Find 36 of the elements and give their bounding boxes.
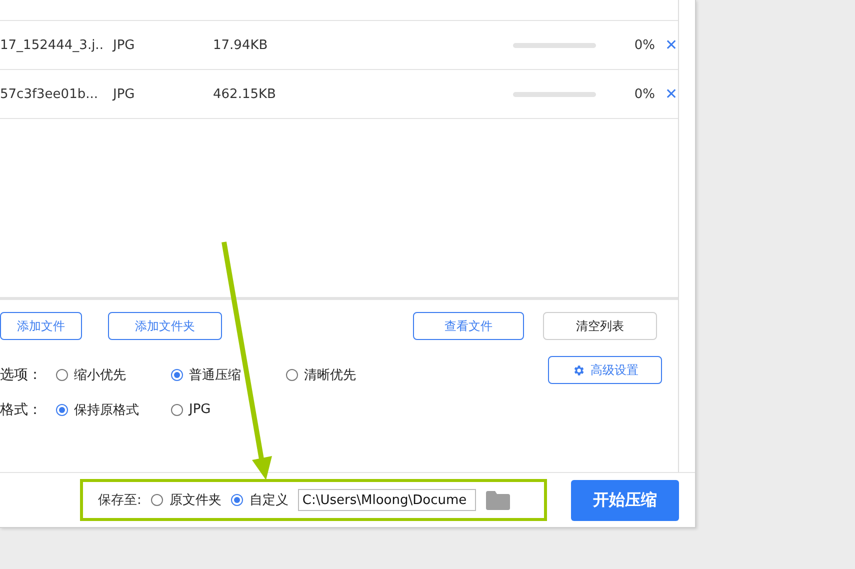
radio-button[interactable]: [56, 368, 68, 380]
radio-option[interactable]: JPG: [171, 402, 286, 417]
file-size: 462.15KB: [213, 86, 277, 102]
folder-icon[interactable]: [486, 490, 510, 510]
option-label: 格式：: [0, 400, 43, 418]
remove-button[interactable]: ✕: [665, 85, 678, 103]
list-button[interactable]: 清空列表: [543, 312, 657, 340]
start-compress-button[interactable]: 开始压缩: [571, 480, 679, 520]
radio-option[interactable]: 缩小优先: [56, 366, 171, 384]
list-button[interactable]: 添加文件夹: [108, 312, 222, 340]
file-name: 17_152444_3.j..: [0, 38, 104, 52]
radio-option[interactable]: 原文件夹: [151, 491, 222, 509]
radio-option[interactable]: 普通压缩: [171, 366, 286, 384]
list-button[interactable]: 添加文件: [0, 312, 82, 340]
file-type: JPG: [113, 86, 136, 102]
save-label: 保存至:: [98, 492, 142, 509]
radio-option[interactable]: 清晰优先: [286, 366, 401, 384]
radio-button[interactable]: [151, 494, 164, 506]
radio-option[interactable]: 自定义: [231, 491, 288, 509]
list-button[interactable]: 查看文件: [413, 312, 524, 340]
file-name: 57c3f3ee01b...: [0, 86, 99, 102]
radio-button[interactable]: [171, 368, 183, 380]
radio-button[interactable]: [286, 368, 298, 380]
gear-icon: [572, 364, 584, 376]
path-field[interactable]: C:\Users\Mloong\Docume: [298, 489, 476, 511]
radio-option[interactable]: 保持原格式: [56, 400, 171, 418]
advanced-settings-button[interactable]: 高级设置: [548, 356, 662, 384]
file-size: 17.94KB: [213, 38, 269, 52]
option-label: 选项：: [0, 366, 43, 384]
file-type: JPG: [113, 38, 136, 52]
radio-button[interactable]: [171, 404, 183, 416]
progress-percent: 0%: [633, 86, 655, 102]
radio-button[interactable]: [231, 494, 244, 506]
progress-percent: 0%: [633, 38, 655, 52]
remove-button[interactable]: ✕: [665, 36, 678, 54]
radio-button[interactable]: [56, 404, 68, 416]
